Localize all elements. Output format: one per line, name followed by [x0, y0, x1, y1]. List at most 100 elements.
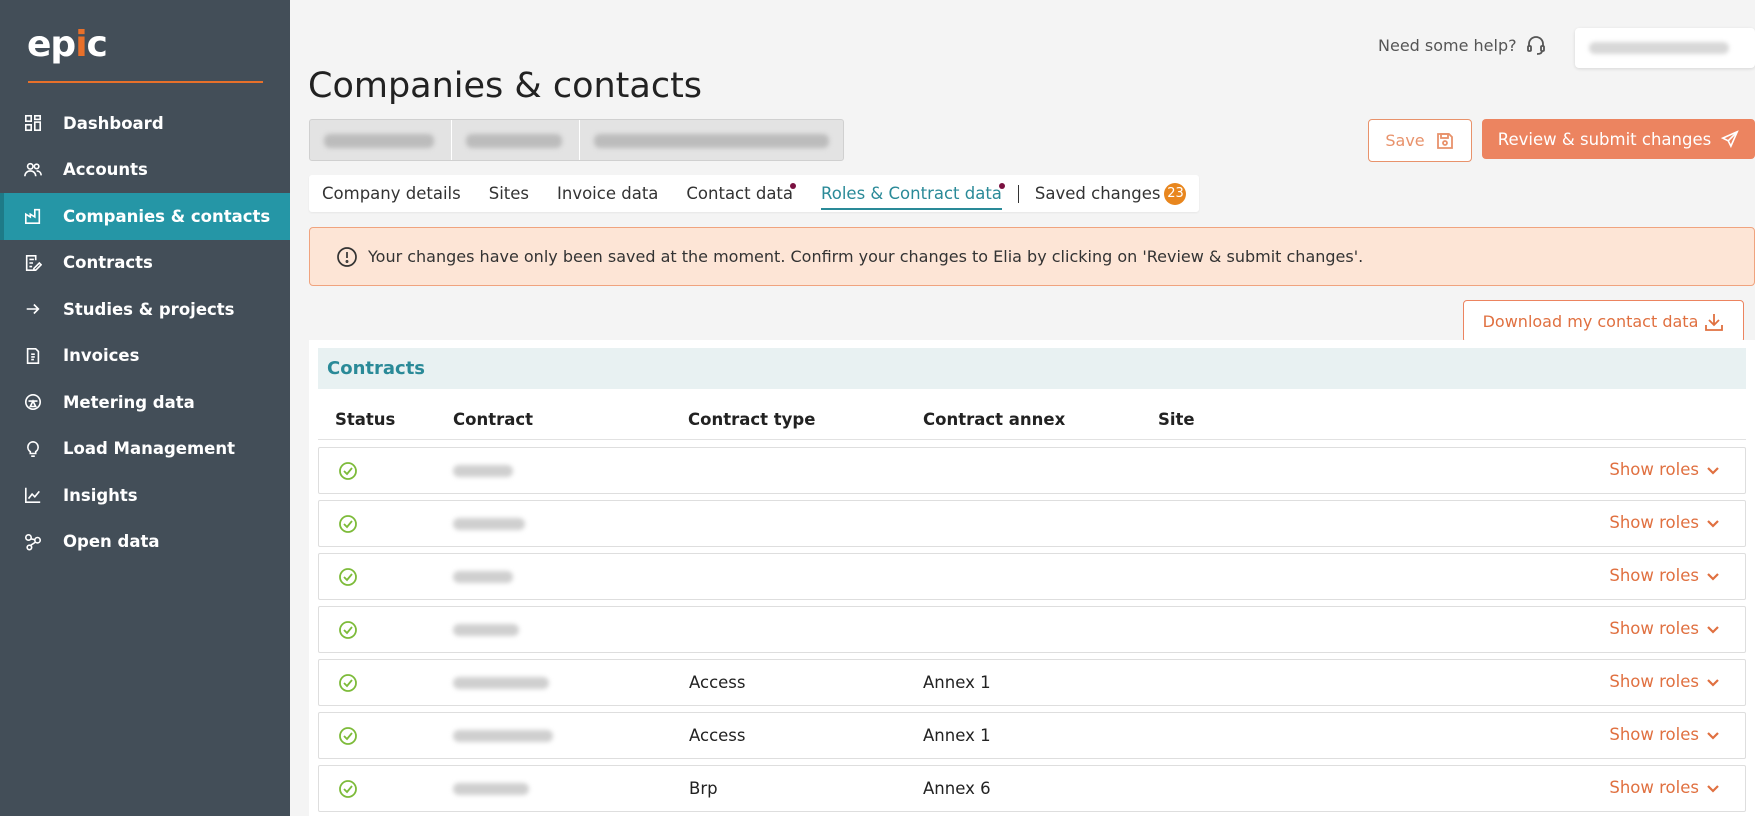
contract-type-cell: Access	[689, 726, 746, 745]
contracts-table-header: Status Contract Contract type Contract a…	[318, 400, 1746, 440]
chevron-down-icon	[1707, 572, 1719, 581]
sidebar-item-label: Studies & projects	[63, 299, 235, 319]
show-roles-button[interactable]: Show roles	[1609, 566, 1721, 585]
status-ok-icon	[338, 779, 358, 799]
tab-sites[interactable]: Sites	[489, 175, 529, 212]
send-icon	[1721, 130, 1739, 148]
contract-annex-cell: Annex 1	[923, 726, 991, 745]
status-ok-icon	[338, 726, 358, 746]
sidebar-item-companies-contacts[interactable]: Companies & contacts	[0, 193, 290, 240]
page-title: Companies & contacts	[308, 66, 703, 106]
status-ok-icon	[338, 461, 358, 481]
unsaved-dot	[790, 183, 797, 189]
help-link[interactable]: Need some help?	[1378, 34, 1547, 56]
contract-id-redacted	[453, 571, 513, 583]
contract-id-redacted	[453, 465, 513, 477]
submit-label: Review & submit changes	[1497, 129, 1712, 149]
sidebar-item-accounts[interactable]: Accounts	[0, 147, 290, 194]
chevron-down-icon	[1707, 466, 1719, 475]
sidebar-nav: Dashboard Accounts Companies & contacts …	[0, 100, 290, 565]
show-roles-button[interactable]: Show roles	[1609, 460, 1721, 479]
company-selector[interactable]	[310, 120, 452, 160]
headset-icon	[1526, 36, 1545, 55]
show-roles-button[interactable]: Show roles	[1609, 672, 1721, 691]
sidebar-item-label: Accounts	[63, 160, 148, 180]
sidebar-item-label: Metering data	[63, 392, 195, 412]
table-row: Show roles	[318, 500, 1746, 547]
site-selector[interactable]	[452, 120, 580, 160]
column-header-contract: Contract	[453, 410, 534, 429]
info-icon	[337, 246, 357, 267]
accounts-icon	[23, 160, 43, 180]
contract-type-cell: Access	[689, 673, 746, 692]
contract-annex-cell: Annex 1	[923, 673, 991, 692]
save-button[interactable]: Save	[1368, 119, 1472, 162]
column-header-contract-type: Contract type	[688, 410, 816, 429]
sidebar-item-label: Invoices	[63, 346, 140, 366]
tab-contact-data[interactable]: Contact data	[686, 175, 797, 212]
sidebar-item-insights[interactable]: Insights	[0, 472, 290, 519]
warning-text: Your changes have only been saved at the…	[368, 247, 1364, 266]
download-label: Download my contact data	[1482, 312, 1699, 331]
contract-id-redacted	[453, 730, 553, 742]
sidebar-item-studies-projects[interactable]: Studies & projects	[0, 286, 290, 333]
tab-company-details[interactable]: Company details	[322, 175, 461, 212]
chevron-down-icon	[1707, 519, 1719, 528]
sidebar-item-invoices[interactable]: Invoices	[0, 333, 290, 380]
chevron-down-icon	[1707, 625, 1719, 634]
sidebar-item-metering-data[interactable]: Metering data	[0, 379, 290, 426]
table-row: Access Annex 1 Show roles	[318, 659, 1746, 706]
sidebar-item-open-data[interactable]: Open data	[0, 519, 290, 566]
table-row: Brp Annex 6 Show roles	[318, 765, 1746, 812]
context-selectors	[309, 119, 844, 161]
open-data-icon	[23, 532, 43, 552]
sidebar-item-label: Open data	[63, 532, 160, 552]
user-name-redacted	[1589, 42, 1729, 54]
status-ok-icon	[338, 620, 358, 640]
table-row: Show roles	[318, 447, 1746, 494]
column-header-contract-annex: Contract annex	[923, 410, 1066, 429]
review-submit-button[interactable]: Review & submit changes	[1482, 119, 1755, 159]
tab-roles-contract-data[interactable]: Roles & Contract data	[821, 175, 1005, 212]
status-ok-icon	[338, 514, 358, 534]
sidebar-item-label: Insights	[63, 485, 138, 505]
column-header-status: Status	[335, 410, 396, 429]
show-roles-button[interactable]: Show roles	[1609, 778, 1721, 797]
sidebar-item-label: Load Management	[63, 439, 235, 459]
download-icon	[1705, 313, 1724, 331]
show-roles-button[interactable]: Show roles	[1609, 513, 1721, 532]
contract-id-redacted	[453, 677, 549, 689]
sidebar-item-contracts[interactable]: Contracts	[0, 240, 290, 287]
contracts-section-title: Contracts	[318, 348, 1746, 389]
chevron-down-icon	[1707, 678, 1719, 687]
user-menu[interactable]	[1575, 28, 1755, 68]
chevron-down-icon	[1707, 731, 1719, 740]
unsaved-warning-banner: Your changes have only been saved at the…	[309, 227, 1755, 286]
sidebar-item-load-management[interactable]: Load Management	[0, 426, 290, 473]
ean-selector[interactable]	[580, 120, 843, 160]
status-ok-icon	[338, 673, 358, 693]
table-row: Access Annex 1 Show roles	[318, 712, 1746, 759]
contract-edit-icon	[23, 253, 43, 273]
contract-id-redacted	[453, 624, 519, 636]
tab-saved-changes[interactable]: Saved changes 23	[1035, 175, 1187, 212]
sidebar: epic Dashboard Accounts Companies & cont…	[0, 0, 290, 816]
status-ok-icon	[338, 567, 358, 587]
show-roles-button[interactable]: Show roles	[1609, 619, 1721, 638]
table-row: Show roles	[318, 553, 1746, 600]
bulb-icon	[23, 439, 43, 459]
tab-bar: Company details Sites Invoice data Conta…	[309, 175, 1200, 212]
arrow-right-icon	[23, 299, 43, 319]
epic-logo[interactable]: epic	[27, 24, 108, 65]
download-contact-data-button[interactable]: Download my contact data	[1463, 300, 1744, 343]
contract-annex-cell: Annex 6	[923, 779, 991, 798]
save-label: Save	[1385, 131, 1425, 150]
sidebar-item-dashboard[interactable]: Dashboard	[0, 100, 290, 147]
tab-invoice-data[interactable]: Invoice data	[557, 175, 658, 212]
table-row: Show roles	[318, 606, 1746, 653]
show-roles-button[interactable]: Show roles	[1609, 725, 1721, 744]
contracts-panel: Contracts Status Contract Contract type …	[309, 340, 1755, 816]
floppy-disk-icon	[1436, 132, 1453, 149]
unsaved-dot	[998, 183, 1005, 189]
saved-changes-count-badge: 23	[1164, 182, 1187, 205]
